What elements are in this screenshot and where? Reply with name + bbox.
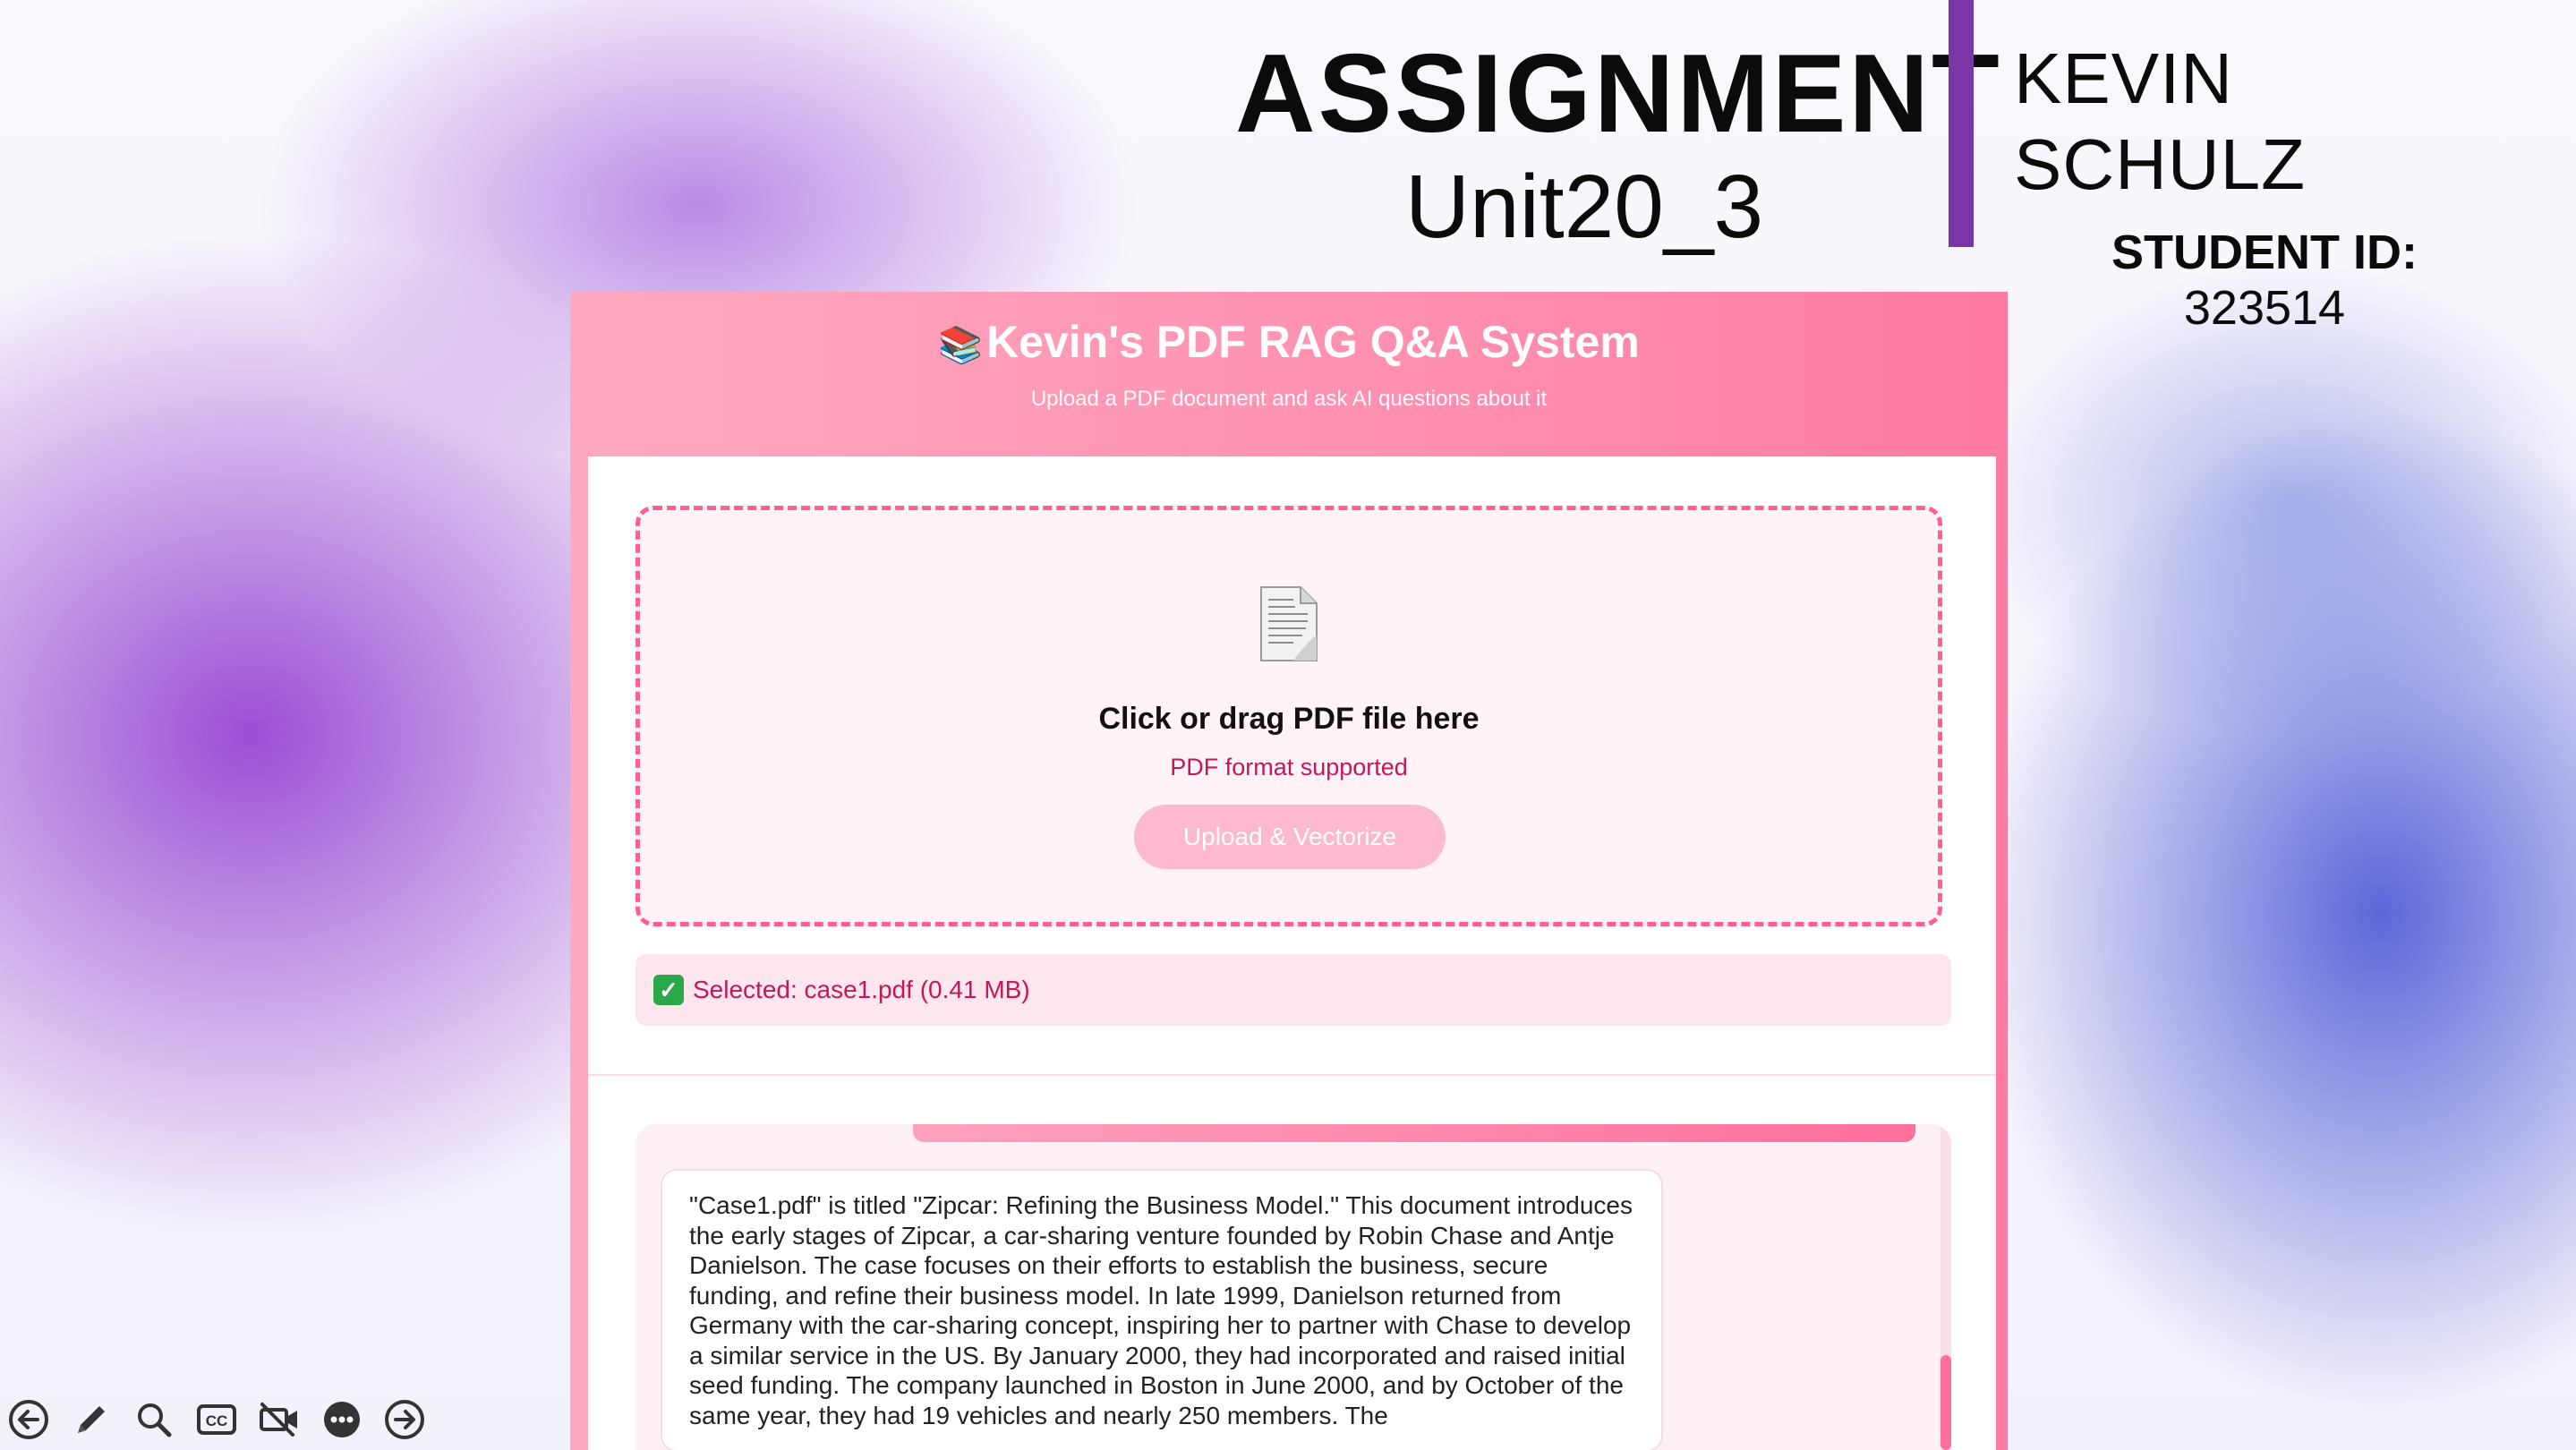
chat-scrollbar[interactable] (1941, 1124, 1951, 1450)
slide-subtitle: Unit20_3 (1404, 157, 1764, 257)
check-icon: ✓ (653, 975, 684, 1005)
app-title: 📚Kevin's PDF RAG Q&A System (938, 317, 1640, 367)
presentation-toolbar: CC (7, 1398, 426, 1441)
student-id-label: STUDENT ID: (2111, 226, 2418, 279)
upload-vectorize-button[interactable]: Upload & Vectorize (1134, 805, 1446, 869)
user-message-bubble (913, 1124, 1915, 1142)
pen-icon[interactable] (70, 1398, 113, 1441)
previous-slide-icon[interactable] (7, 1398, 50, 1441)
app-panel: Click or drag PDF file here PDF format s… (588, 456, 1996, 1450)
app-header: 📚Kevin's PDF RAG Q&A System Upload a PDF… (570, 292, 2008, 456)
app-subtitle: Upload a PDF document and ask AI questio… (1030, 387, 1548, 411)
section-divider (588, 1074, 1996, 1076)
dropzone-hint: PDF format supported (1170, 754, 1408, 780)
student-info: KEVIN SCHULZ STUDENT ID: 323514 (1996, 36, 2533, 335)
captions-icon[interactable]: CC (195, 1398, 238, 1441)
zoom-icon[interactable] (132, 1398, 175, 1441)
pdf-dropzone[interactable]: Click or drag PDF file here PDF format s… (635, 506, 1942, 926)
slide-title: ASSIGNMENT (1235, 32, 2002, 156)
next-slide-icon[interactable] (383, 1398, 426, 1441)
selected-file-label: Selected: case1.pdf (0.41 MB) (693, 976, 1030, 1003)
student-id: 323514 (2183, 281, 2346, 335)
svg-text:CC: CC (206, 1412, 228, 1429)
selected-file-status: ✓ Selected: case1.pdf (0.41 MB) (635, 954, 1951, 1026)
books-icon: 📚 (938, 326, 984, 365)
title-divider-bar (1949, 0, 1974, 247)
chat-area[interactable]: "Case1.pdf" is titled "Zipcar: Refining … (635, 1124, 1951, 1450)
chat-scroll-thumb[interactable] (1941, 1355, 1951, 1450)
rag-app-window: 📚Kevin's PDF RAG Q&A System Upload a PDF… (570, 292, 2008, 1450)
camera-off-icon[interactable] (258, 1398, 301, 1441)
slide-title-block: ASSIGNMENT Unit20_3 (1235, 27, 2002, 257)
document-icon (1260, 586, 1318, 661)
student-name: KEVIN SCHULZ (2014, 38, 2307, 204)
ai-answer-bubble: "Case1.pdf" is titled "Zipcar: Refining … (661, 1169, 1663, 1450)
dropzone-title: Click or drag PDF file here (1098, 702, 1480, 736)
more-options-icon[interactable] (320, 1398, 363, 1441)
